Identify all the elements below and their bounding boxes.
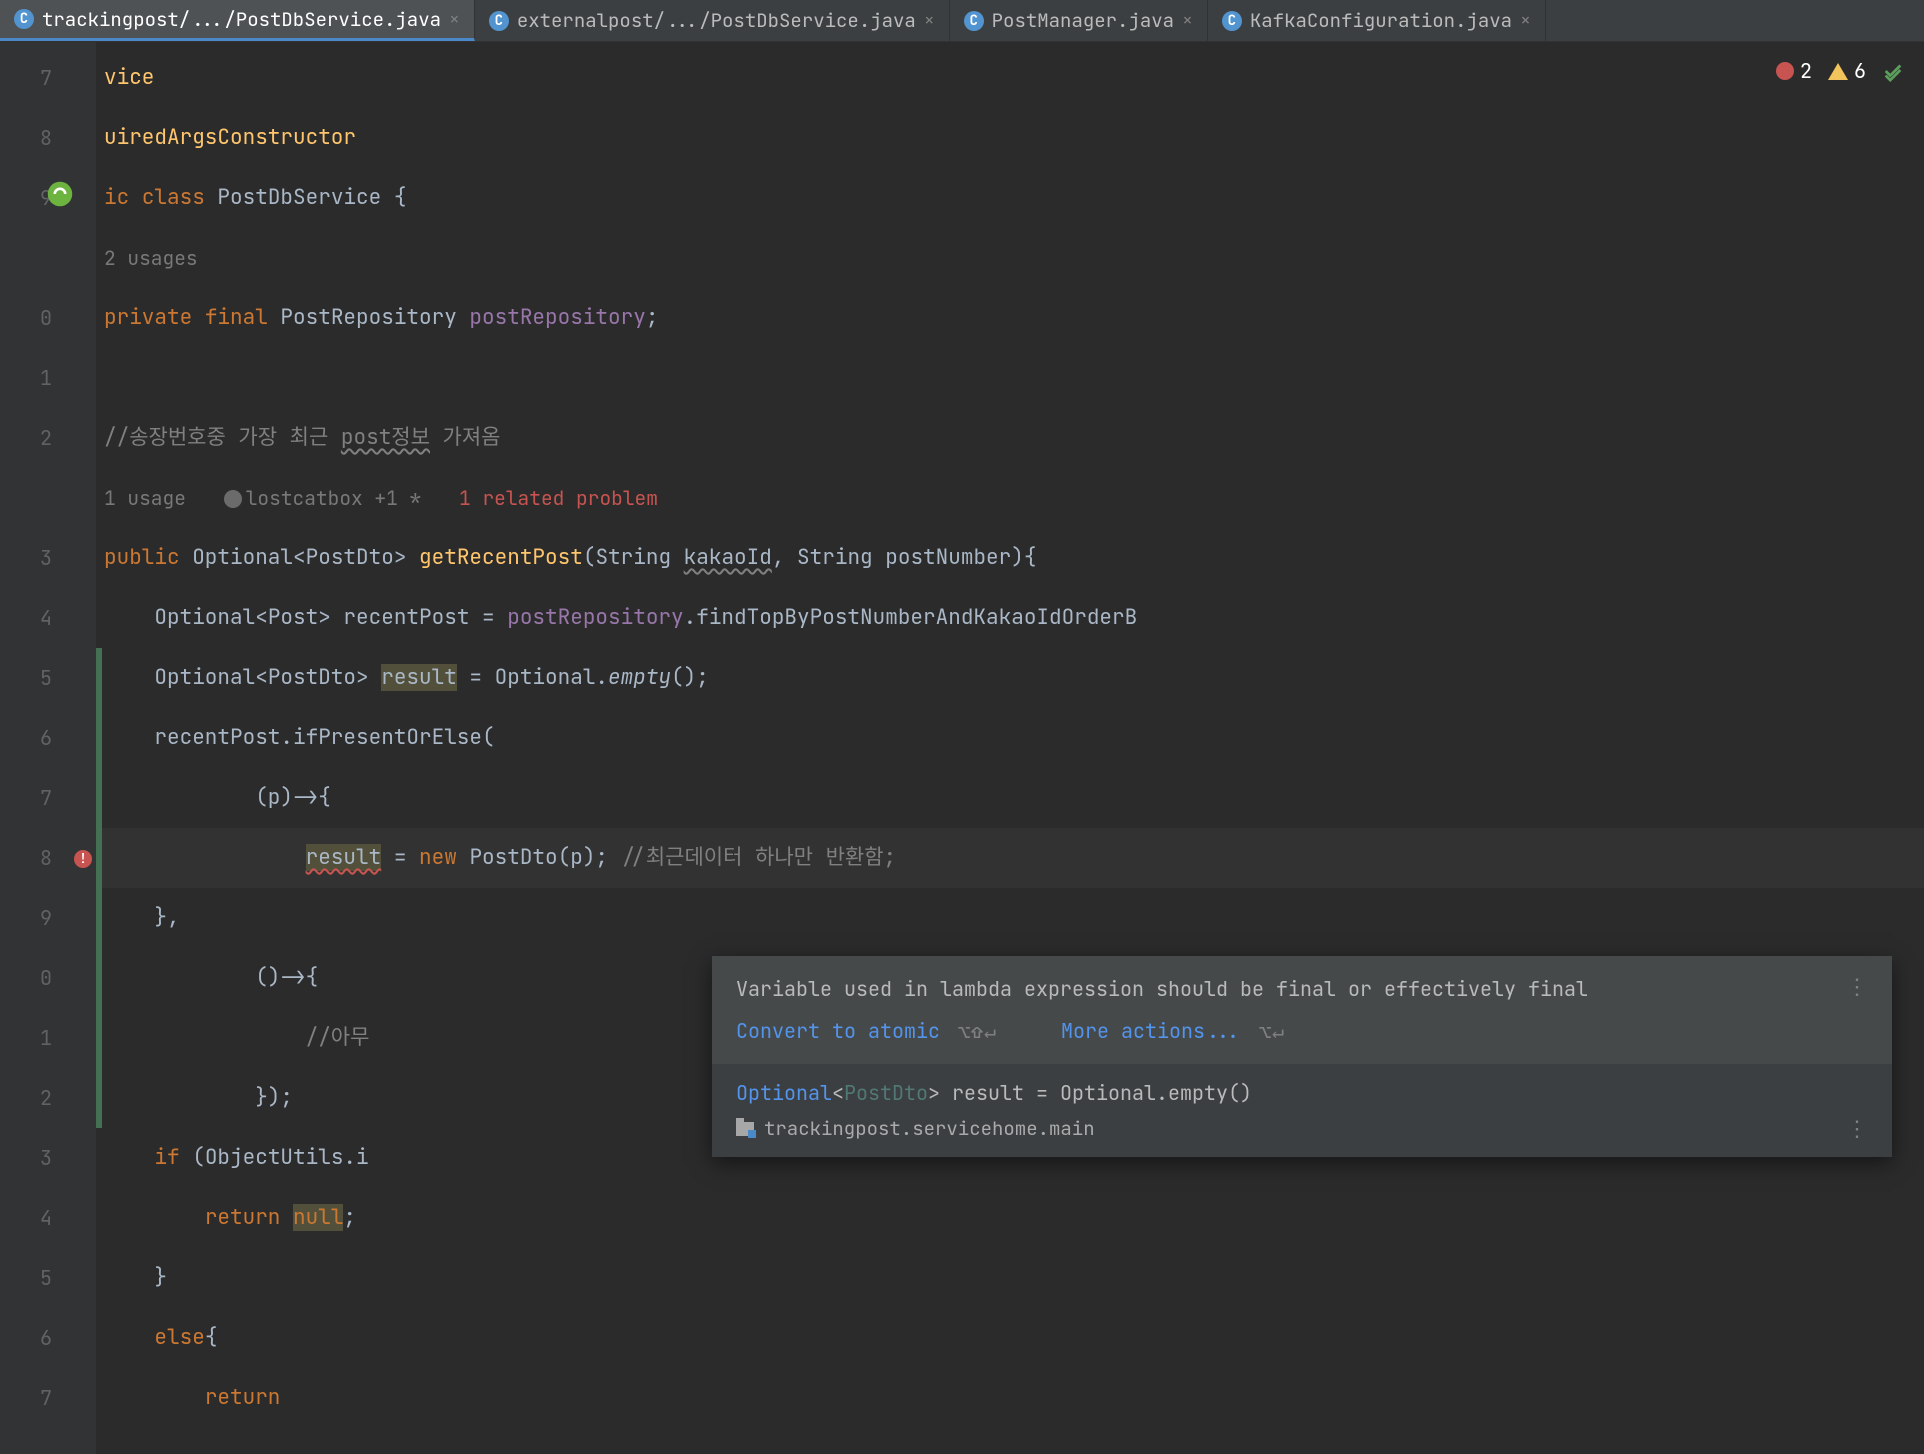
close-icon[interactable]: × [449, 8, 460, 31]
line-number: 8 [0, 108, 96, 168]
tab-kafkaconfiguration[interactable]: C KafkaConfiguration.java × [1208, 0, 1546, 41]
editor-tabs: C trackingpost/.../PostDbService.java × … [0, 0, 1924, 42]
code-line[interactable]: Optional<Post> recentPost = postReposito… [96, 588, 1924, 648]
java-class-icon: C [1222, 11, 1242, 31]
line-number: 6 [0, 1308, 96, 1368]
tooltip-declaration: Optional<PostDto> result = Optional.empt… [736, 1080, 1868, 1106]
code-line[interactable]: Optional<PostDto> result = Optional.empt… [96, 648, 1924, 708]
line-number: 1 [0, 1008, 96, 1068]
code-line[interactable]: return null; [96, 1188, 1924, 1248]
code-line[interactable]: }, [96, 888, 1924, 948]
java-class-icon: C [489, 11, 509, 31]
java-class-icon: C [14, 9, 34, 29]
line-number: 2 [0, 1068, 96, 1128]
line-number: 6 [0, 708, 96, 768]
shortcut-label: ⌥↵ [1259, 1018, 1285, 1044]
tab-externalpost-postdbservice[interactable]: C externalpost/.../PostDbService.java × [475, 0, 950, 41]
more-icon[interactable]: ⋮ [1846, 1118, 1868, 1140]
convert-to-atomic-action[interactable]: Convert to atomic [736, 1018, 940, 1044]
code-line[interactable]: return [96, 1368, 1924, 1428]
line-number: 8 ! [0, 828, 96, 888]
line-number: 3 [0, 1128, 96, 1188]
close-icon[interactable]: × [1182, 9, 1193, 32]
code-line[interactable]: uiredArgsConstructor [96, 108, 1924, 168]
tab-trackingpost-postdbservice[interactable]: C trackingpost/.../PostDbService.java × [0, 0, 475, 41]
tab-label: KafkaConfiguration.java [1250, 8, 1512, 33]
code-line[interactable]: else{ [96, 1308, 1924, 1368]
line-number: 5 [0, 648, 96, 708]
code-line[interactable]: ic class PostDbService { [96, 168, 1924, 228]
code-line[interactable]: vice [96, 48, 1924, 108]
error-gutter-icon[interactable]: ! [74, 850, 92, 868]
code-line[interactable] [96, 348, 1924, 408]
more-actions-link[interactable]: More actions... [1061, 1018, 1241, 1044]
line-number: 9 [0, 168, 96, 228]
error-tooltip: Variable used in lambda expression shoul… [712, 956, 1892, 1157]
code-line[interactable]: public Optional<PostDto> getRecentPost(S… [96, 528, 1924, 588]
close-icon[interactable]: × [924, 9, 935, 32]
more-icon[interactable]: ⋮ [1846, 976, 1868, 1002]
inlay-hint[interactable]: 1 usage lostcatbox +1 * 1 related proble… [96, 468, 1924, 528]
line-number: 2 [0, 408, 96, 468]
line-number: 0 [0, 288, 96, 348]
line-number: 5 [0, 1248, 96, 1308]
line-number: 7 [0, 1368, 96, 1428]
line-number: 4 [0, 588, 96, 648]
spring-bean-icon[interactable] [46, 171, 74, 199]
line-number [0, 228, 96, 288]
avatar-icon [224, 490, 242, 508]
inlay-hint[interactable]: 2 usages [96, 228, 1924, 288]
code-area[interactable]: 2 6 vice uiredArgsConstructor ic class P… [96, 42, 1924, 1454]
tooltip-breadcrumb[interactable]: trackingpost.servicehome.main ⋮ [736, 1116, 1868, 1141]
tab-label: trackingpost/.../PostDbService.java [42, 7, 441, 32]
tab-label: PostManager.java [992, 8, 1174, 33]
code-line[interactable]: private final PostRepository postReposit… [96, 288, 1924, 348]
tooltip-message: Variable used in lambda expression shoul… [736, 976, 1588, 1002]
tab-postmanager[interactable]: C PostManager.java × [950, 0, 1208, 41]
line-number: 4 [0, 1188, 96, 1248]
line-number: 0 [0, 948, 96, 1008]
line-number: 7 [0, 48, 96, 108]
code-line-current[interactable]: result = new PostDto(p); //최근데이터 하나만 반환함… [96, 828, 1924, 888]
java-class-icon: C [964, 11, 984, 31]
code-line[interactable]: recentPost.ifPresentOrElse( [96, 708, 1924, 768]
line-number: 1 [0, 348, 96, 408]
code-line[interactable]: (p)->{ [96, 768, 1924, 828]
shortcut-label: ⌥⇧↵ [958, 1018, 997, 1044]
line-number: 3 [0, 528, 96, 588]
editor: 7 8 9 0 1 2 3 4 5 6 7 8 ! 9 0 1 [0, 42, 1924, 1454]
code-line[interactable]: //송장번호중 가장 최근 post정보 가져옴 [96, 408, 1924, 468]
package-icon [736, 1122, 754, 1136]
line-number [0, 468, 96, 528]
line-number: 7 [0, 768, 96, 828]
gutter: 7 8 9 0 1 2 3 4 5 6 7 8 ! 9 0 1 [0, 42, 96, 1454]
line-number: 9 [0, 888, 96, 948]
close-icon[interactable]: × [1520, 9, 1531, 32]
tab-label: externalpost/.../PostDbService.java [517, 8, 916, 33]
code-line[interactable]: } [96, 1248, 1924, 1308]
